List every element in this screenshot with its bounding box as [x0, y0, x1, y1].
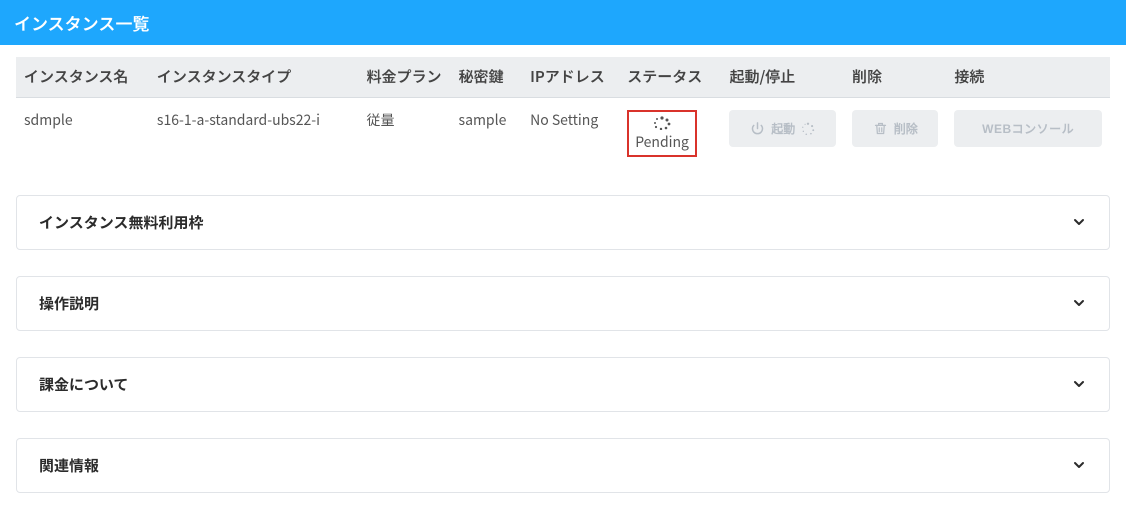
col-header-startstop: 起動/停止 [721, 57, 844, 98]
accordion-related: 関連情報 [16, 438, 1110, 493]
cell-secret-key: sample [451, 98, 523, 169]
accordion-billing: 課金について [16, 357, 1110, 412]
chevron-down-icon [1071, 457, 1087, 473]
col-header-name: インスタンス名 [16, 57, 149, 98]
col-header-plan: 料金プラン [359, 57, 451, 98]
page-title: インスタンス一覧 [14, 10, 149, 35]
accordion-title: 課金について [39, 374, 129, 395]
status-badge: Pending [627, 110, 697, 156]
cell-instance-type: s16-1-a-standard-ubs22-i [149, 98, 359, 169]
col-header-type: インスタンスタイプ [149, 57, 359, 98]
table-header-row: インスタンス名 インスタンスタイプ 料金プラン 秘密鍵 IPアドレス ステータス… [16, 57, 1110, 98]
table-row: sdmple s16-1-a-standard-ubs22-i 従量 sampl… [16, 98, 1110, 169]
page-title-banner: インスタンス一覧 [0, 0, 1126, 45]
power-icon [750, 121, 765, 136]
accordion-header-free-tier[interactable]: インスタンス無料利用枠 [17, 196, 1109, 249]
start-button-label: 起動 [771, 120, 795, 137]
status-text: Pending [635, 132, 689, 152]
chevron-down-icon [1071, 295, 1087, 311]
accordion-header-billing[interactable]: 課金について [17, 358, 1109, 411]
cell-ip-address: No Setting [522, 98, 619, 169]
accordion-how-to: 操作説明 [16, 276, 1110, 331]
delete-button-label: 削除 [894, 120, 918, 137]
col-header-ip: IPアドレス [522, 57, 619, 98]
col-header-delete: 削除 [844, 57, 946, 98]
delete-button[interactable]: 削除 [852, 110, 938, 147]
accordion-title: インスタンス無料利用枠 [39, 212, 203, 233]
loading-spinner-icon [651, 116, 673, 130]
cell-plan: 従量 [359, 98, 451, 169]
instance-table: インスタンス名 インスタンスタイプ 料金プラン 秘密鍵 IPアドレス ステータス… [16, 57, 1110, 169]
chevron-down-icon [1071, 376, 1087, 392]
accordion-header-how-to[interactable]: 操作説明 [17, 277, 1109, 330]
accordion-title: 操作説明 [39, 293, 99, 314]
web-console-label: WEBコンソール [982, 120, 1074, 137]
col-header-connect: 接続 [946, 57, 1110, 98]
col-header-key: 秘密鍵 [451, 57, 523, 98]
accordion-header-related[interactable]: 関連情報 [17, 439, 1109, 492]
accordion-free-tier: インスタンス無料利用枠 [16, 195, 1110, 250]
accordion-title: 関連情報 [39, 455, 99, 476]
chevron-down-icon [1071, 214, 1087, 230]
col-header-status: ステータス [619, 57, 721, 98]
web-console-button[interactable]: WEBコンソール [954, 110, 1102, 147]
trash-icon [873, 121, 888, 136]
cell-instance-name: sdmple [16, 98, 149, 169]
loading-dots-icon [801, 122, 815, 136]
start-button[interactable]: 起動 [729, 110, 836, 147]
